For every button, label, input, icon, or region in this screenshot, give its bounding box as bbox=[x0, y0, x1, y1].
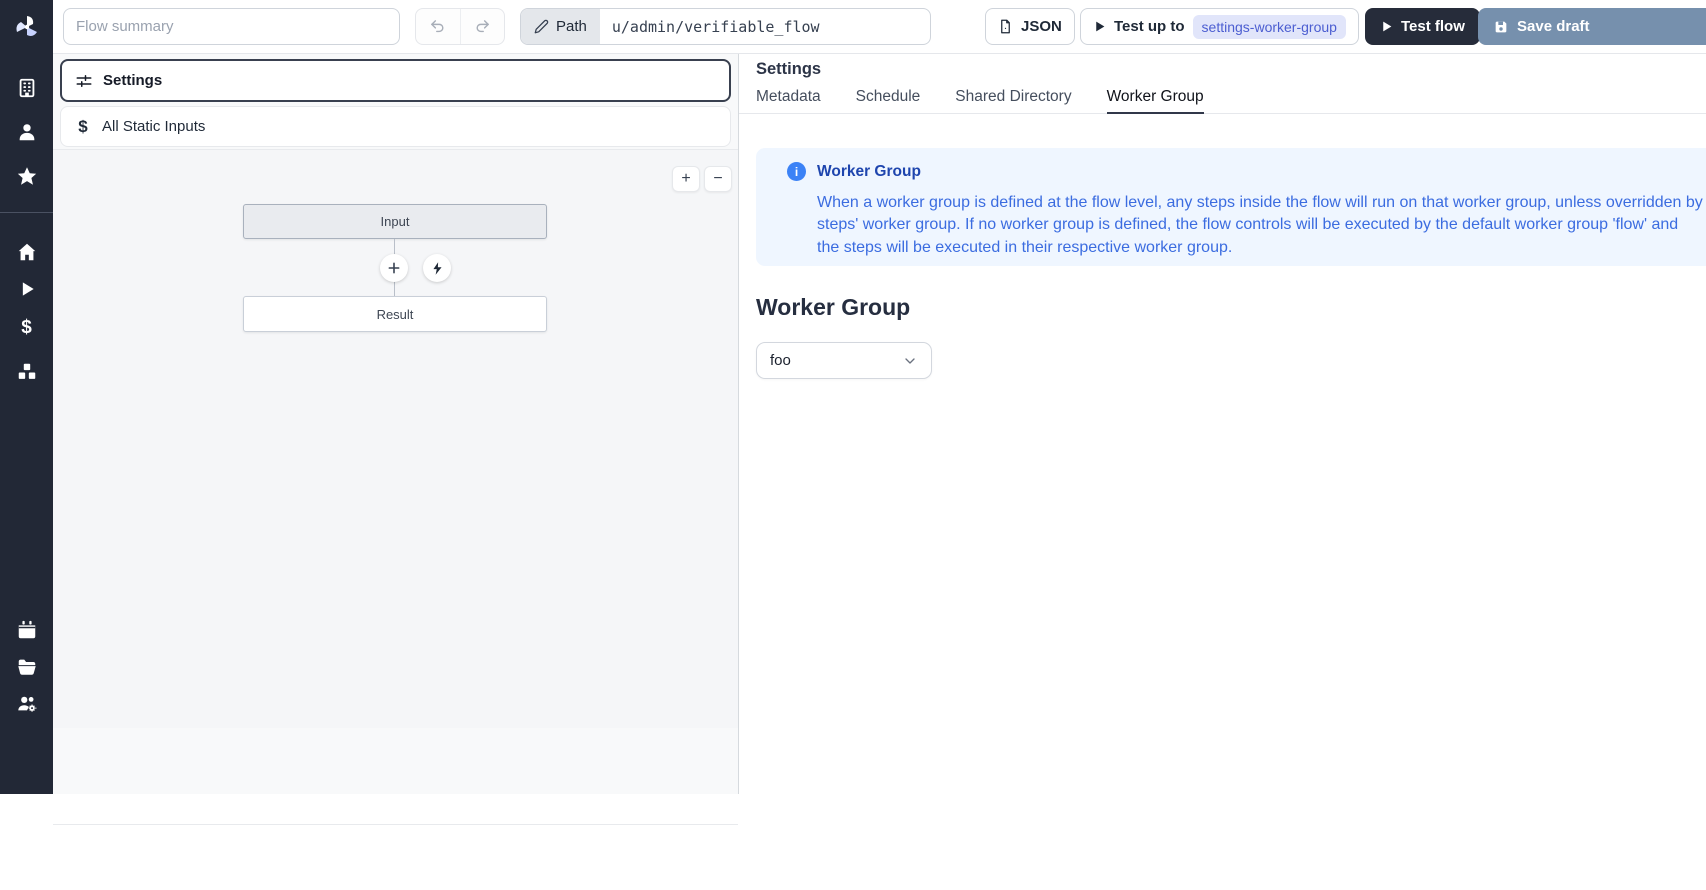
variables-dollar-icon[interactable]: $ bbox=[0, 317, 53, 339]
info-line: When a worker group is defined at the fl… bbox=[817, 192, 1706, 214]
dollar-icon: $ bbox=[74, 117, 92, 137]
zoom-out-button[interactable]: − bbox=[704, 166, 732, 192]
test-up-to-button[interactable]: Test up to settings-worker-group bbox=[1080, 8, 1359, 45]
pencil-icon bbox=[534, 19, 549, 34]
test-flow-label: Test flow bbox=[1401, 18, 1465, 35]
settings-panel-title: Settings bbox=[756, 60, 821, 79]
save-draft-label: Save draft bbox=[1517, 18, 1590, 35]
path-label: Path bbox=[556, 18, 587, 35]
workspace-building-icon[interactable] bbox=[0, 77, 53, 99]
file-json-icon bbox=[998, 19, 1013, 34]
undo-redo-group bbox=[415, 8, 505, 45]
all-static-inputs-item[interactable]: $ All Static Inputs bbox=[60, 106, 731, 147]
add-trigger-button[interactable] bbox=[423, 254, 451, 282]
play-icon bbox=[1093, 20, 1106, 33]
flow-settings-panel: Settings Metadata Schedule Shared Direct… bbox=[739, 54, 1706, 794]
tab-schedule[interactable]: Schedule bbox=[856, 88, 921, 113]
flow-settings-label: Settings bbox=[103, 72, 162, 89]
tab-metadata[interactable]: Metadata bbox=[756, 88, 821, 113]
path-value[interactable]: u/admin/verifiable_flow bbox=[600, 9, 930, 44]
panel-divider[interactable] bbox=[738, 54, 739, 794]
flow-summary-input[interactable] bbox=[63, 8, 400, 45]
settings-tabs: Metadata Schedule Shared Directory Worke… bbox=[739, 88, 1706, 114]
home-icon[interactable] bbox=[0, 241, 53, 263]
input-node[interactable]: Input bbox=[243, 204, 547, 239]
save-draft-button[interactable]: Save draft bbox=[1478, 8, 1706, 45]
worker-group-info-box: i Worker Group When a worker group is de… bbox=[756, 148, 1706, 266]
app-sidebar: $ bbox=[0, 0, 53, 794]
redo-icon bbox=[474, 18, 491, 35]
folders-folder-open-icon[interactable] bbox=[0, 656, 53, 678]
json-button[interactable]: JSON bbox=[985, 8, 1075, 45]
save-icon bbox=[1493, 19, 1509, 35]
flow-structure-panel: Settings $ All Static Inputs + − Input R… bbox=[53, 54, 738, 794]
add-step-button[interactable] bbox=[380, 254, 408, 282]
workers-users-gear-icon[interactable] bbox=[0, 693, 53, 715]
flow-toolbar: Path u/admin/verifiable_flow JSON Test u… bbox=[53, 0, 1706, 54]
worker-group-select[interactable]: foo bbox=[756, 342, 932, 379]
tab-shared-directory[interactable]: Shared Directory bbox=[955, 88, 1071, 113]
zoom-in-button[interactable]: + bbox=[672, 166, 700, 192]
flow-settings-item[interactable]: Settings bbox=[60, 59, 731, 102]
info-box-title: Worker Group bbox=[817, 163, 921, 181]
schedules-calendar-icon[interactable] bbox=[0, 619, 53, 641]
canvas-bottom-strip bbox=[53, 824, 738, 890]
plus-icon bbox=[386, 260, 402, 276]
test-flow-button[interactable]: Test flow bbox=[1365, 8, 1480, 45]
worker-group-section-heading: Worker Group bbox=[756, 294, 910, 321]
resources-boxes-icon[interactable] bbox=[0, 361, 53, 383]
result-node[interactable]: Result bbox=[243, 296, 547, 332]
windmill-logo-icon[interactable] bbox=[0, 0, 53, 53]
test-up-to-step-badge[interactable]: settings-worker-group bbox=[1193, 15, 1346, 39]
path-group: Path u/admin/verifiable_flow bbox=[520, 8, 931, 45]
info-box-body: When a worker group is defined at the fl… bbox=[817, 192, 1706, 259]
info-line: steps' worker group. If no worker group … bbox=[817, 214, 1706, 236]
sliders-icon bbox=[75, 72, 93, 90]
favorites-star-icon[interactable] bbox=[0, 165, 53, 187]
info-icon: i bbox=[787, 162, 806, 181]
sidebar-divider bbox=[0, 212, 53, 213]
undo-icon bbox=[429, 18, 446, 35]
all-static-inputs-label: All Static Inputs bbox=[102, 118, 205, 135]
edit-path-button[interactable]: Path bbox=[521, 9, 600, 44]
tab-worker-group[interactable]: Worker Group bbox=[1107, 88, 1204, 114]
flow-graph-canvas[interactable]: + − Input Result bbox=[53, 149, 738, 728]
info-line: the steps will be executed in their resp… bbox=[817, 237, 1706, 259]
chevron-down-icon bbox=[902, 353, 918, 369]
json-button-label: JSON bbox=[1021, 18, 1062, 35]
runs-play-icon[interactable] bbox=[0, 279, 53, 299]
undo-button[interactable] bbox=[416, 9, 460, 44]
lightning-bolt-icon bbox=[430, 261, 445, 276]
user-icon[interactable] bbox=[0, 121, 53, 143]
test-up-to-label: Test up to bbox=[1114, 18, 1185, 35]
play-icon bbox=[1380, 20, 1393, 33]
worker-group-select-value: foo bbox=[770, 352, 791, 369]
redo-button[interactable] bbox=[460, 9, 505, 44]
